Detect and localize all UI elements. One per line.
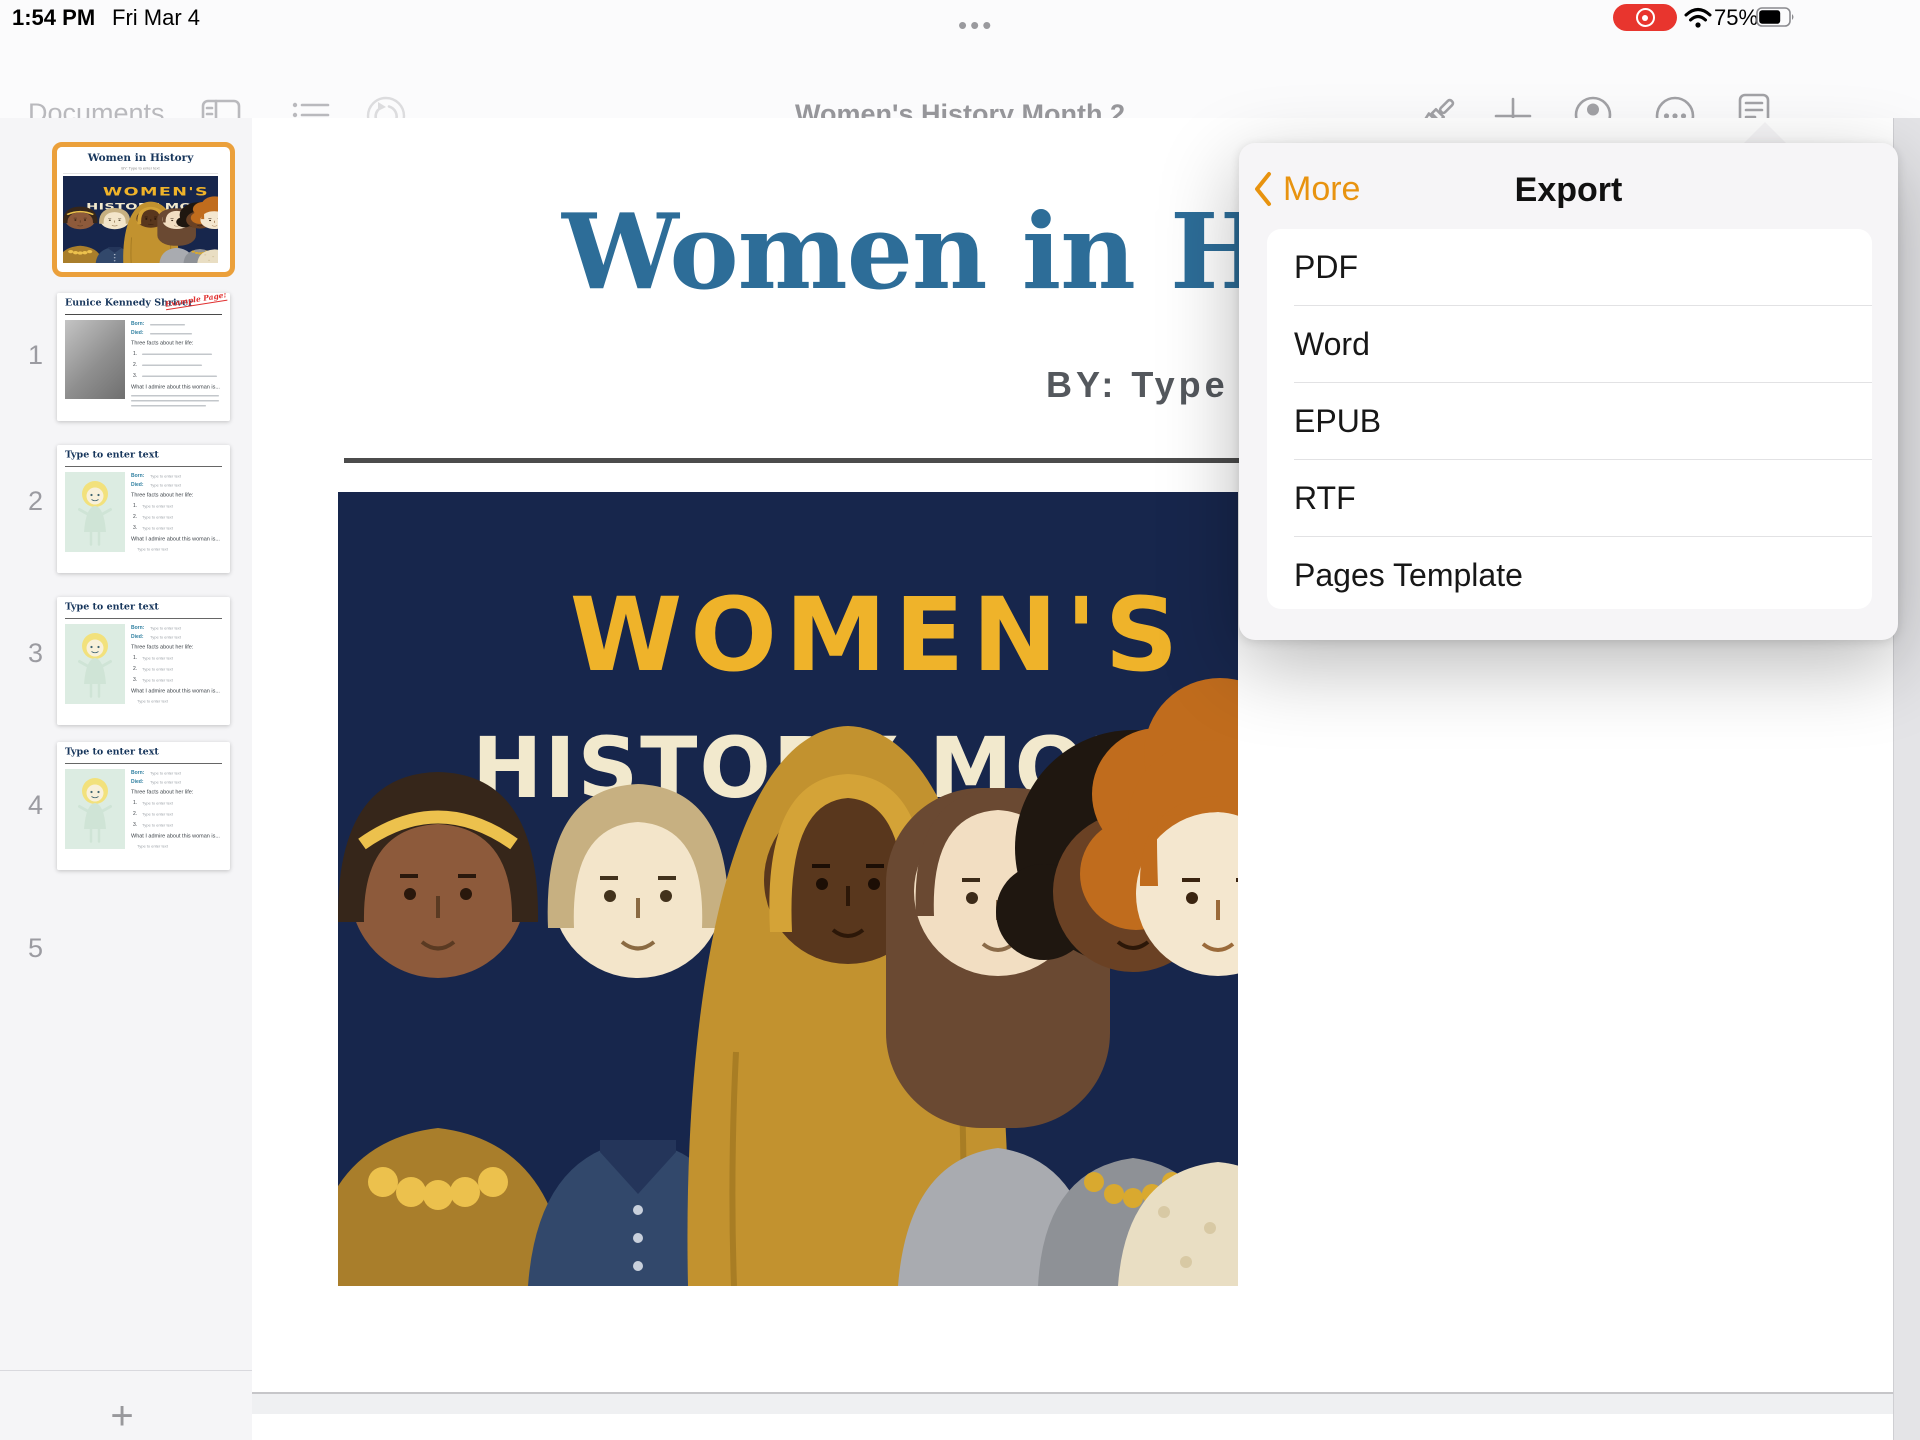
toolbar: Documents Women's History Month 2 — [0, 35, 1920, 118]
battery-icon — [1756, 7, 1796, 27]
thumb2-photo — [65, 320, 125, 399]
export-option-pdf[interactable]: PDF — [1267, 229, 1872, 305]
export-option-rtf[interactable]: RTF — [1294, 459, 1872, 536]
date: Fri Mar 4 — [112, 5, 200, 31]
back-to-more-button[interactable]: More — [1253, 169, 1360, 209]
thumbnail-page-5[interactable]: Type to enter text Born: Type to enter t… — [57, 742, 230, 870]
export-option-epub[interactable]: EPUB — [1294, 382, 1872, 459]
example-page-stamp: Example Page! — [165, 293, 228, 310]
page-number: 5 — [28, 933, 72, 964]
sidebar-footer-divider — [0, 1370, 252, 1371]
add-page-button[interactable]: + — [96, 1398, 148, 1438]
thumbnail-page-1[interactable]: Women in History BY: Type to enter text — [52, 142, 235, 277]
thumb4-girl-illustration — [65, 624, 125, 704]
thumbnail-page-2[interactable]: Eunice Kennedy Shriver Example Page! Bor… — [57, 293, 230, 421]
status-bar: 1:54 PM Fri Mar 4 ••• 75% — [0, 0, 1920, 35]
page-thumbnails-sidebar: 1 Women in History BY: Type to enter tex… — [0, 118, 252, 1440]
screen-recording-indicator[interactable] — [1613, 4, 1677, 31]
thumb5-girl-illustration — [65, 769, 125, 849]
export-options-list: PDF Word EPUB RTF Pages Template — [1267, 229, 1872, 609]
thumb1-subtitle: BY: Type to enter text — [57, 166, 224, 171]
thumbnail-page-3[interactable]: Type to enter text Born: Type to enter t… — [57, 445, 230, 573]
thumb3-girl-illustration — [65, 472, 125, 552]
chevron-left-icon — [1253, 171, 1273, 207]
back-label: More — [1283, 170, 1360, 209]
page-gap — [252, 1394, 1893, 1414]
thumbnail-page-4[interactable]: Type to enter text Born: Type to enter t… — [57, 597, 230, 725]
pages-app-window: WOMEN'S HISTORY MONTH — [0, 0, 1920, 1440]
export-option-word[interactable]: Word — [1294, 305, 1872, 382]
next-page-top — [252, 1414, 1893, 1440]
clock: 1:54 PM — [12, 5, 95, 31]
thumb1-illustration — [63, 176, 218, 263]
export-popover: Export More PDF Word EPUB RTF Pages Temp… — [1239, 143, 1898, 640]
battery-percent: 75% — [1714, 5, 1758, 31]
wifi-icon — [1684, 7, 1712, 29]
export-option-pages-template[interactable]: Pages Template — [1294, 536, 1872, 609]
thumb1-title: Women in History — [57, 151, 224, 164]
record-icon — [1636, 8, 1655, 27]
women-history-month-illustration[interactable] — [338, 492, 1238, 1286]
popover-arrow — [1744, 122, 1786, 143]
